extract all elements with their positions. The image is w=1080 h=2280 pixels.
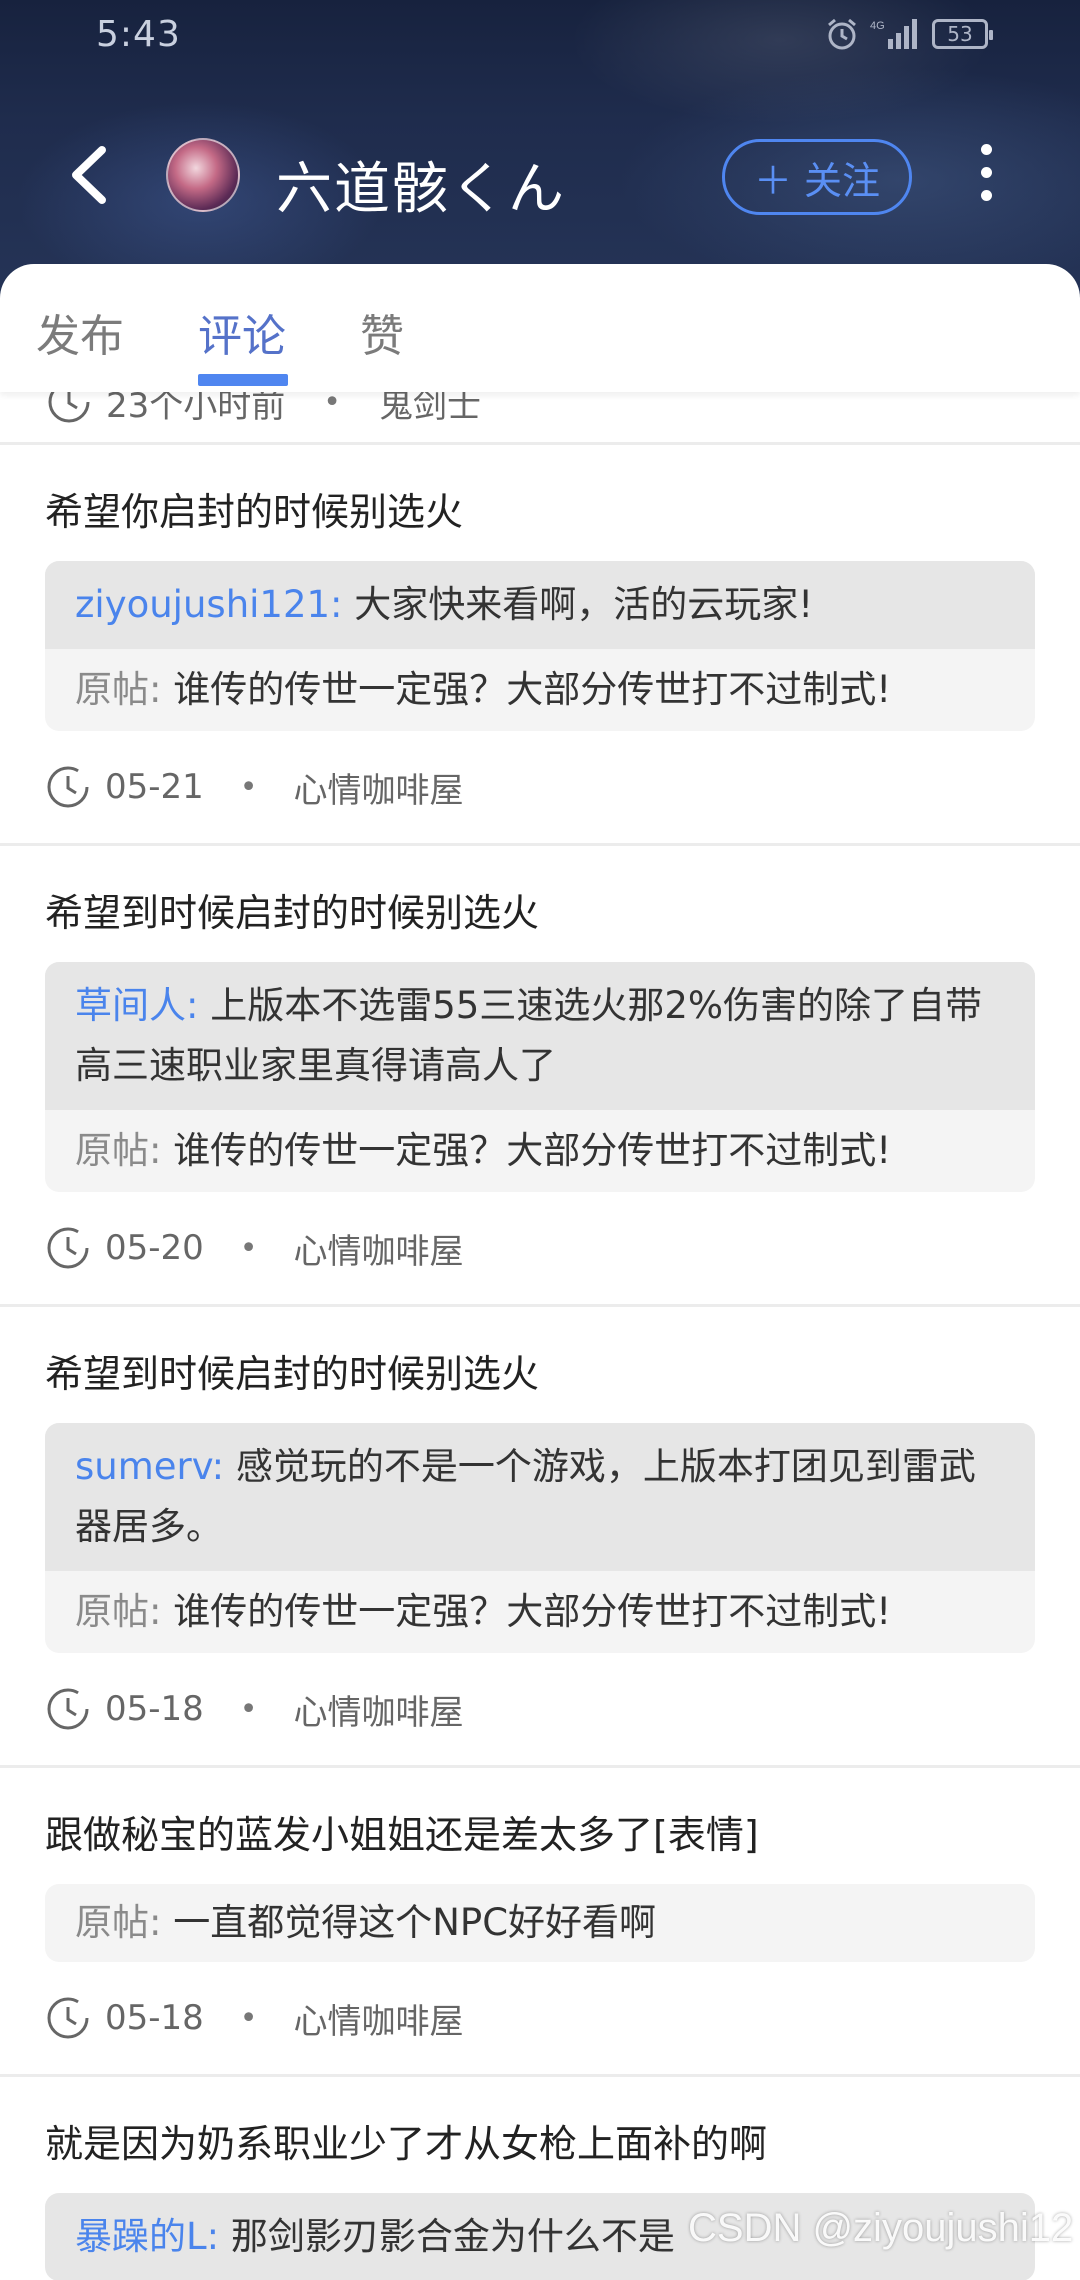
back-arrow-icon[interactable] [62,140,122,210]
profile-header: 5:43 4G 53 六道骸くん ＋ 关注 [0,0,1080,300]
original-post: 原帖: 谁传的传世一定强？大部分传世打不过制式! [45,1110,1035,1192]
quote-box[interactable]: 原帖: 一直都觉得这个NPC好好看啊 [45,1884,1035,1962]
original-post-label: 原帖: [75,1129,162,1172]
list-item[interactable]: 希望到时候启封的时候别选火 草间人: 上版本不选雷55三速选火那2%伤害的除了自… [0,846,1080,1304]
item-date: 05-18 [105,1998,204,2038]
battery-indicator: 53 [932,19,993,49]
clock-icon [47,1997,89,2039]
reply-username[interactable]: 暴躁的L: [75,2215,219,2258]
quote-box[interactable]: 草间人: 上版本不选雷55三速选火那2%伤害的除了自带高三速职业家里真得请高人了… [45,962,1035,1192]
status-time: 5:43 [96,14,181,55]
comment-title: 希望到时候启封的时候别选火 [45,891,540,935]
item-forum[interactable]: 心情咖啡屋 [294,1224,464,1273]
quoted-reply: sumerv: 感觉玩的不是一个游戏，上版本打团见到雷武器居多。 [45,1423,1035,1571]
quoted-reply: 草间人: 上版本不选雷55三速选火那2%伤害的除了自带高三速职业家里真得请高人了 [45,962,1035,1110]
clock-icon [47,766,89,808]
more-options-icon[interactable] [966,144,1006,208]
reply-username[interactable]: 草间人: [75,984,198,1027]
clock-icon [47,1227,89,1269]
separator-dot: • [239,1230,258,1266]
item-date: 05-21 [105,767,204,807]
original-post-label: 原帖: [75,1901,162,1944]
original-post-text: 谁传的传世一定强？大部分传世打不过制式! [173,668,892,711]
original-post-text: 一直都觉得这个NPC好好看啊 [173,1901,657,1944]
separator-dot: • [239,769,258,805]
item-meta: 05-18 • 心情咖啡屋 [45,1962,1035,2074]
tab-posts[interactable]: 发布 [36,300,124,364]
clock-icon [47,1688,89,1730]
reply-username[interactable]: ziyoujushi121: [75,583,343,626]
status-icons: 4G 53 [824,16,993,52]
svg-text:4G: 4G [870,20,885,32]
quote-box[interactable]: sumerv: 感觉玩的不是一个游戏，上版本打团见到雷武器居多。 原帖: 谁传的… [45,1423,1035,1653]
active-tab-indicator [198,374,288,386]
item-date: 05-20 [105,1228,204,1268]
tab-likes[interactable]: 赞 [360,300,404,364]
reply-username[interactable]: sumerv: [75,1445,224,1488]
original-post-text: 谁传的传世一定强？大部分传世打不过制式! [173,1129,892,1172]
original-post: 原帖: 一直都觉得这个NPC好好看啊 [45,1884,1035,1962]
quoted-reply: ziyoujushi121: 大家快来看啊，活的云玩家! [45,561,1035,649]
avatar[interactable] [166,138,240,212]
comment-feed: 23个小时前 • 鬼剑士 希望你启封的时候别选火 ziyoujushi121: … [0,362,1080,2280]
comment-title: 希望你启封的时候别选火 [45,490,464,534]
reply-text: 那剑影刃影合金为什么不是 [230,2215,675,2258]
watermark: CSDN @ziyoujushi12 [688,2206,1074,2250]
tab-bar: 发布 评论 赞 [0,264,1080,392]
item-forum[interactable]: 心情咖啡屋 [294,1685,464,1734]
separator-dot: • [239,1691,258,1727]
item-meta: 05-21 • 心情咖啡屋 [45,731,1035,843]
reply-text: 上版本不选雷55三速选火那2%伤害的除了自带高三速职业家里真得请高人了 [75,984,983,1087]
signal-icon: 4G [870,19,917,49]
follow-button[interactable]: ＋ 关注 [722,139,912,215]
alarm-icon [828,18,856,50]
tab-comments[interactable]: 评论 [198,300,286,364]
item-meta: 05-20 • 心情咖啡屋 [45,1192,1035,1304]
original-post: 原帖: 谁传的传世一定强？大部分传世打不过制式! [45,1571,1035,1653]
comment-title: 就是因为奶系职业少了才从女枪上面补的啊 [45,2122,768,2166]
original-post-text: 谁传的传世一定强？大部分传世打不过制式! [173,1590,892,1633]
item-forum[interactable]: 心情咖啡屋 [294,763,464,812]
list-item[interactable]: 跟做秘宝的蓝发小姐姐还是差太多了[表情] 原帖: 一直都觉得这个NPC好好看啊 … [0,1768,1080,2074]
profile-name: 六道骸くん [276,157,566,222]
comment-title: 跟做秘宝的蓝发小姐姐还是差太多了[表情] [45,1813,759,1857]
original-post: 原帖: 谁传的传世一定强？大部分传世打不过制式! [45,649,1035,731]
comment-title: 希望到时候启封的时候别选火 [45,1352,540,1396]
reply-text: 大家快来看啊，活的云玩家! [354,583,814,626]
quote-box[interactable]: ziyoujushi121: 大家快来看啊，活的云玩家! 原帖: 谁传的传世一定… [45,561,1035,731]
item-date: 05-18 [105,1689,204,1729]
item-meta: 05-18 • 心情咖啡屋 [45,1653,1035,1765]
follow-button-label: ＋ 关注 [753,158,881,203]
list-item[interactable]: 希望你启封的时候别选火 ziyoujushi121: 大家快来看啊，活的云玩家!… [0,445,1080,843]
separator-dot: • [239,2000,258,2036]
list-item[interactable]: 希望到时候启封的时候别选火 sumerv: 感觉玩的不是一个游戏，上版本打团见到… [0,1307,1080,1765]
original-post-label: 原帖: [75,1590,162,1633]
original-post-label: 原帖: [75,668,162,711]
item-forum[interactable]: 心情咖啡屋 [294,1994,464,2043]
